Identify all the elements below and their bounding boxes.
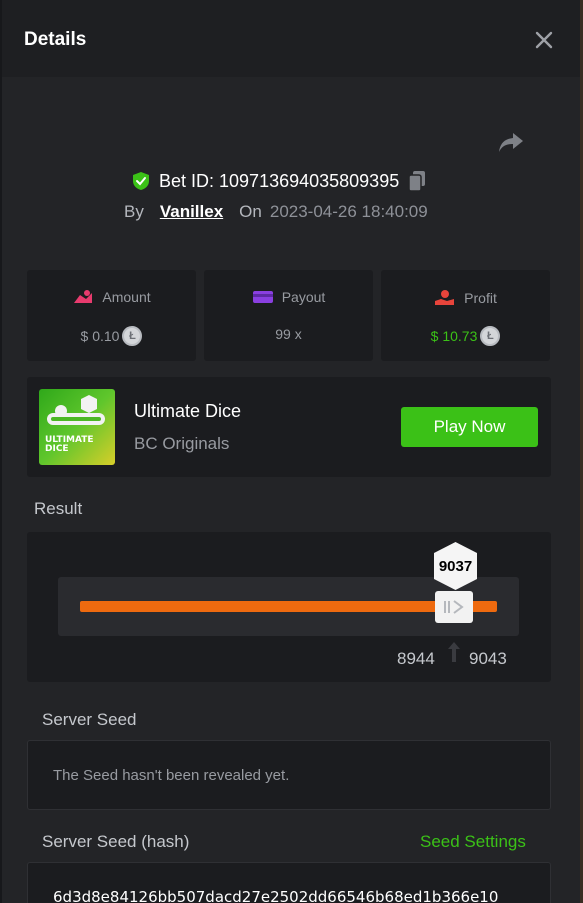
thumb-text: ULTIMATE DICE [45,435,94,454]
shield-check-icon [133,172,149,190]
modal-header: Details [2,0,580,77]
amount-label: Amount [102,289,151,305]
close-icon[interactable] [533,29,555,51]
roll-value: 9037 [438,558,473,575]
stat-amount: Amount $ 0.10 Ł [27,270,196,361]
litecoin-icon: Ł [122,326,143,346]
server-seed-hash-label: Server Seed (hash) [42,832,190,851]
payout-value: 99 x [275,326,302,342]
play-now-button[interactable]: Play Now [401,407,538,447]
up-arrow-icon [448,642,460,662]
game-thumbnail[interactable]: ULTIMATE DICE [39,389,115,465]
bet-id: Bet ID: 109713694035809395 [159,170,400,191]
server-seed-hash-value: 6d3d8e84126bb507dacd27e2502dd66546b68ed1… [53,888,499,903]
payout-icon [252,291,273,303]
game-provider: BC Originals [134,434,230,453]
server-seed-hash-box: 6d3d8e84126bb507dacd27e2502dd66546b68ed1… [27,862,551,903]
username-link[interactable]: Vanillex [160,202,223,222]
range-high: 9043 [469,649,507,668]
range-low: 8944 [397,649,435,668]
bet-id-row: Bet ID: 109713694035809395 [132,170,426,192]
details-modal: Details Bet ID: 109713694035809395 By Va… [2,0,580,903]
result-label: Result [34,499,83,518]
modal-title: Details [24,29,87,50]
slider-grip-icon [444,600,464,614]
on-label: On [239,202,262,221]
stat-profit: Profit $ 10.73 Ł [381,270,550,361]
profit-value: $ 10.73 [430,328,478,344]
profit-icon [435,290,455,305]
server-seed-label: Server Seed [42,710,137,729]
profit-label: Profit [464,290,497,306]
result-slider-handle [435,591,473,623]
copy-icon[interactable] [408,170,426,192]
game-name: Ultimate Dice [134,401,242,421]
litecoin-icon: Ł [480,326,501,346]
payout-label: Payout [281,289,326,305]
share-icon[interactable] [498,130,524,154]
bet-date: 2023-04-26 18:40:09 [269,202,428,221]
amount-value: $ 0.10 [80,328,120,344]
bet-byline: By Vanillex On 2023-04-26 18:40:09 [124,202,428,222]
server-seed-text: The Seed hasn't been revealed yet. [53,767,290,784]
by-label: By [124,202,144,221]
result-panel: 9037 8944 9043 [27,532,551,682]
amount-icon [74,290,93,303]
server-seed-box: The Seed hasn't been revealed yet. [27,740,551,810]
game-card: ULTIMATE DICE Ultimate Dice BC Originals… [27,377,551,477]
stat-payout: Payout 99 x [204,270,373,361]
seed-settings-link[interactable]: Seed Settings [420,832,526,852]
